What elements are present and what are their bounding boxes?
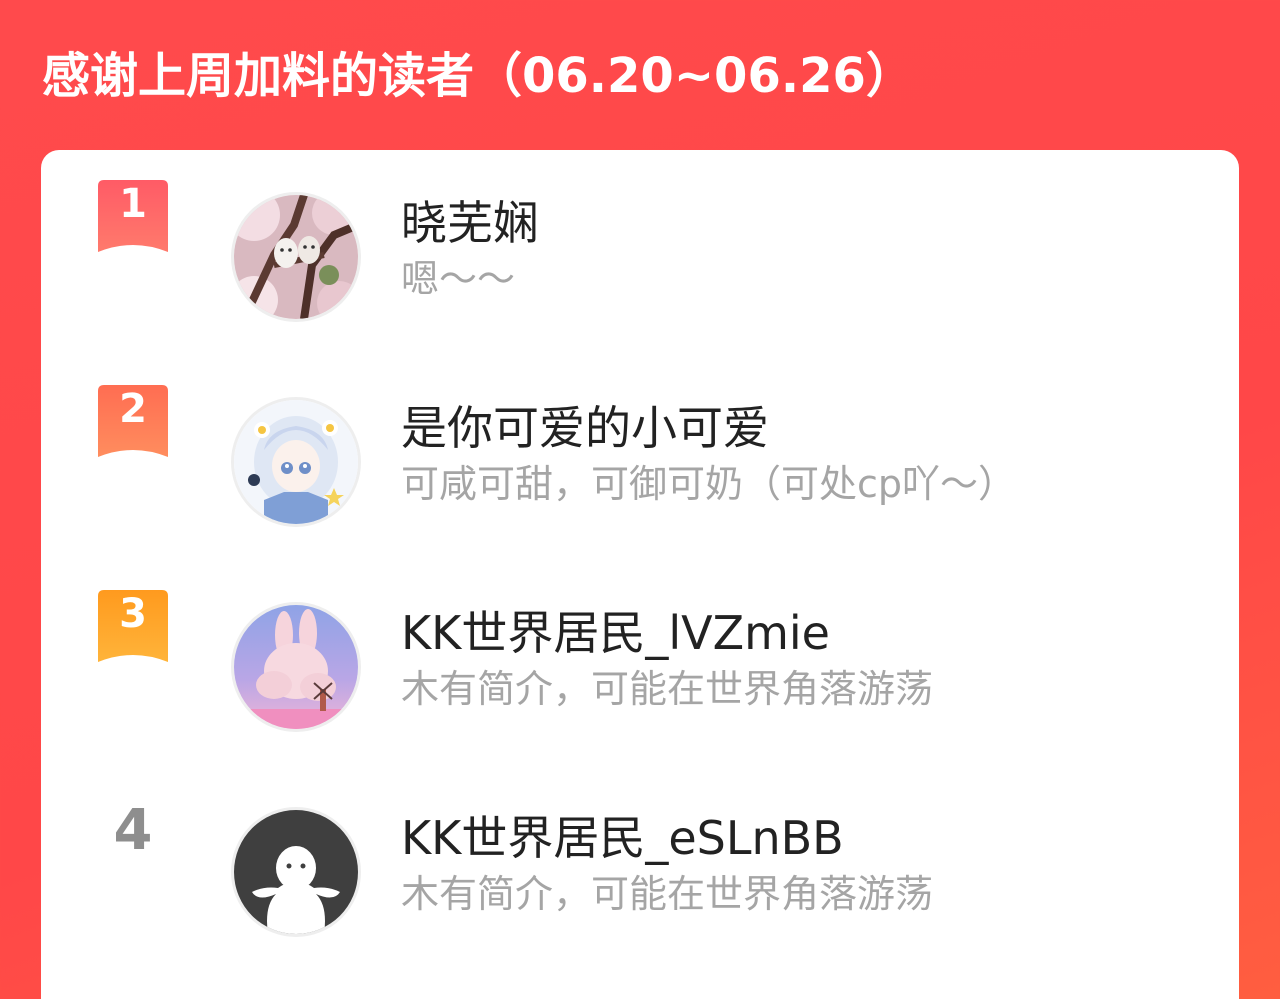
reader-name: KK世界居民_eSLnBB (401, 811, 844, 865)
reader-name: KK世界居民_lVZmie (401, 606, 830, 660)
rank-ribbon-icon: 1 (98, 180, 168, 252)
avatar[interactable] (231, 602, 361, 732)
rank-number: 2 (119, 386, 147, 432)
avatar-anime-girl-icon (234, 400, 358, 524)
reader-name: 晓芜娴 (401, 196, 539, 250)
reader-name: 是你可爱的小可爱 (401, 401, 769, 455)
rank-ribbon-icon: 3 (98, 590, 168, 662)
page-title: 感谢上周加料的读者（06.20~06.26） (42, 48, 914, 104)
avatar[interactable] (231, 397, 361, 527)
rank-number: 4 (113, 798, 153, 863)
avatar-pink-cloud-bunny-icon (234, 605, 358, 729)
rank-number: 1 (119, 181, 147, 227)
list-item-reader-3[interactable]: 3 KK世界居民_lVZmie 木有简介，可能在世界角落游荡 (41, 560, 1239, 732)
reader-ranking-list: 1 晓芜娴 嗯～～ 2 是你可爱的小可爱 可咸可甜，可御可奶（可处cp吖～） 3… (41, 150, 1239, 999)
rank-ribbon-icon: 2 (98, 385, 168, 457)
list-item-reader-1[interactable]: 1 晓芜娴 嗯～～ (41, 150, 1239, 322)
list-item-reader-4[interactable]: 4 KK世界居民_eSLnBB 木有简介，可能在世界角落游荡 (41, 765, 1239, 937)
avatar[interactable] (231, 807, 361, 937)
list-item-reader-2[interactable]: 2 是你可爱的小可爱 可咸可甜，可御可奶（可处cp吖～） (41, 355, 1239, 527)
rank-number: 3 (119, 591, 147, 637)
avatar-cats-in-blossom-tree-icon (234, 195, 358, 319)
avatar-default-ghost-icon (234, 810, 358, 934)
reader-bio: 嗯～～ (401, 257, 516, 301)
reader-bio: 可咸可甜，可御可奶（可处cp吖～） (401, 462, 1017, 506)
avatar[interactable] (231, 192, 361, 322)
reader-bio: 木有简介，可能在世界角落游荡 (401, 872, 934, 916)
reader-bio: 木有简介，可能在世界角落游荡 (401, 667, 934, 711)
